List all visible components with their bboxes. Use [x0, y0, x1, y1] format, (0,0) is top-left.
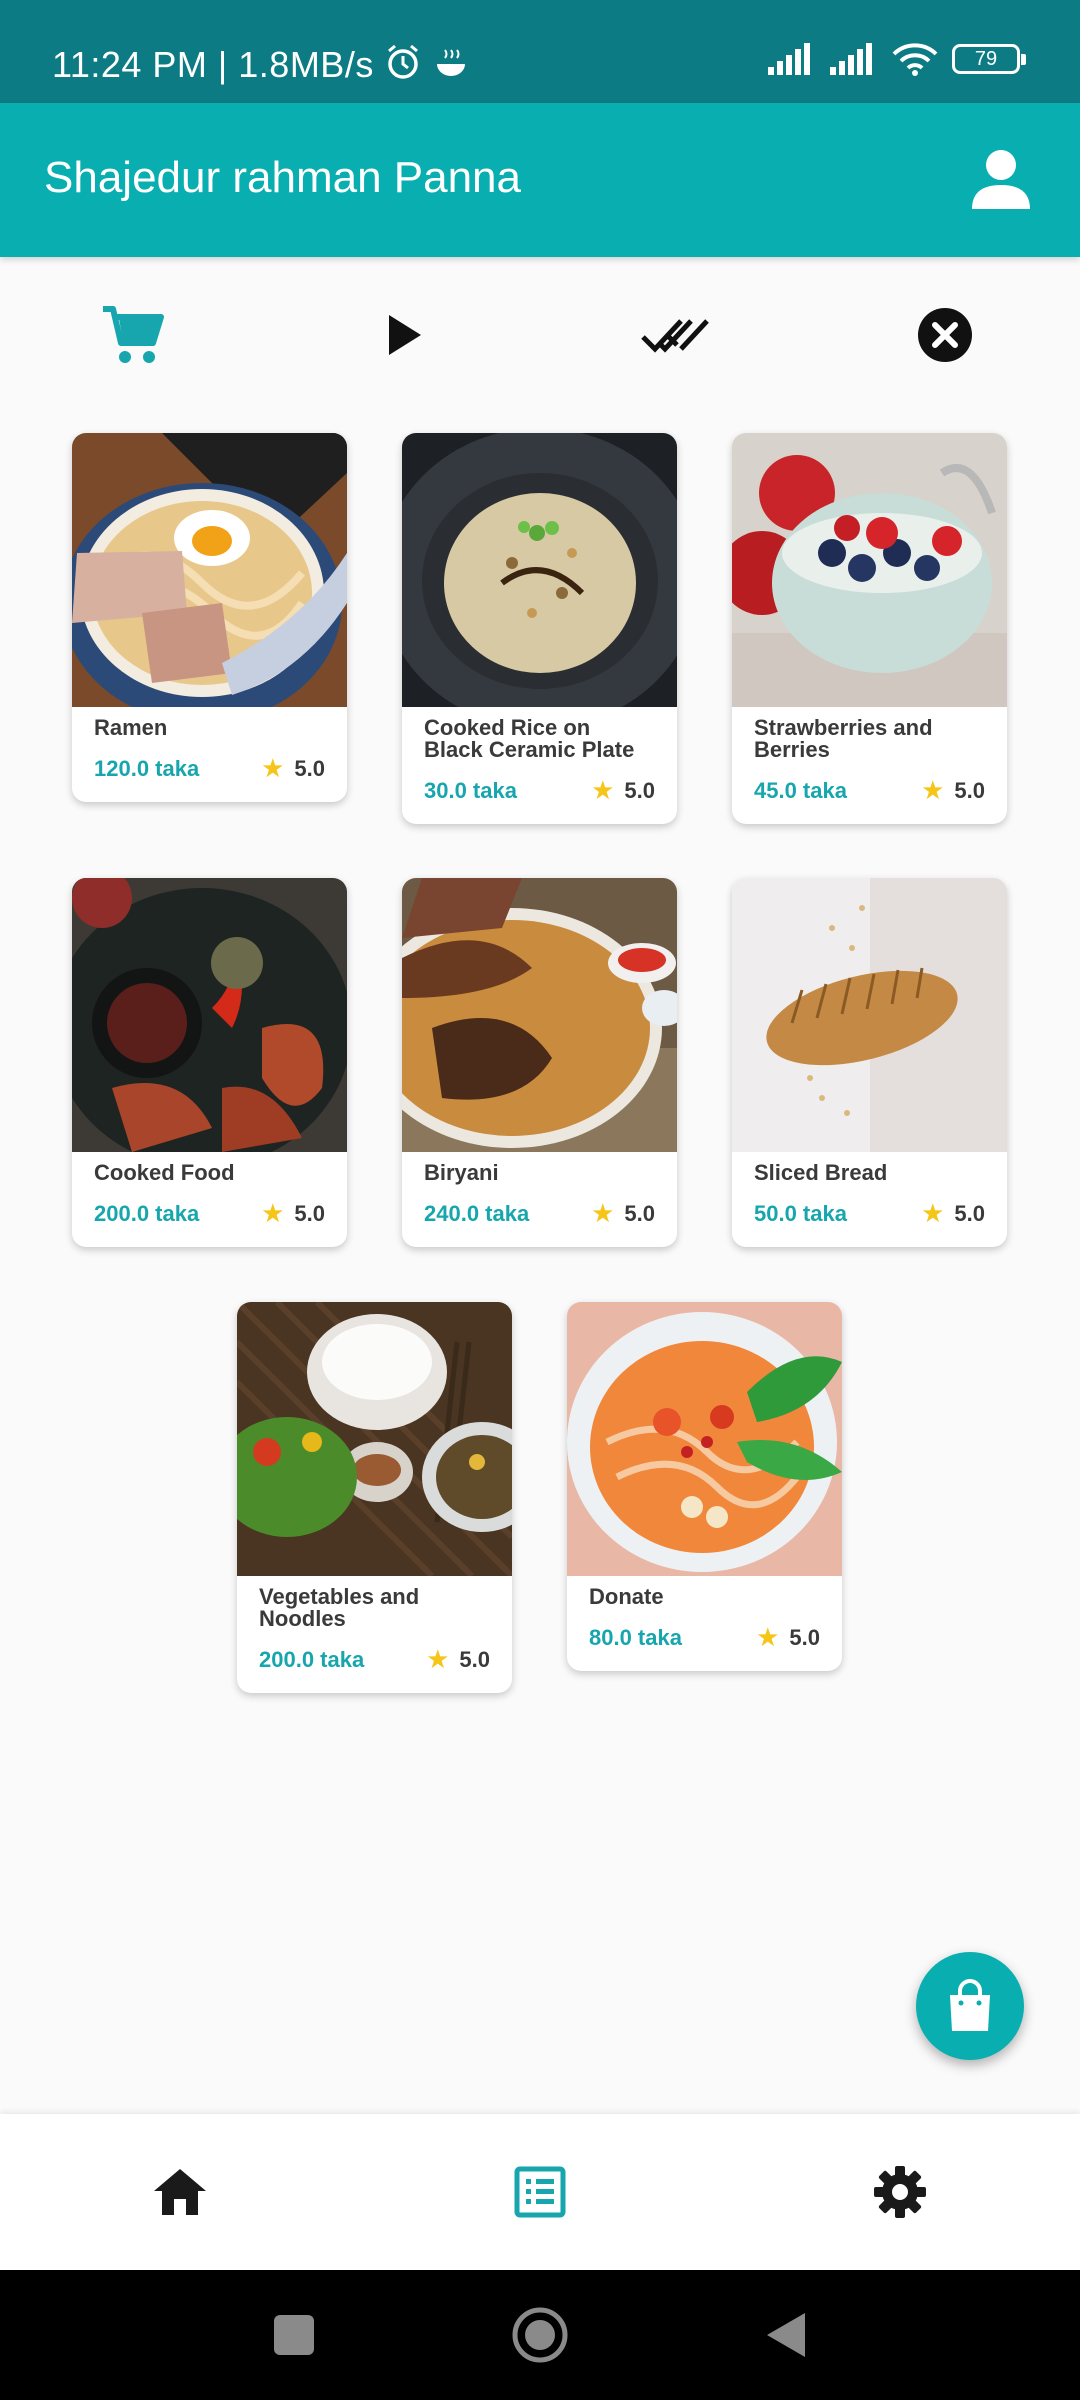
tab-done[interactable]: [630, 290, 720, 380]
status-left-icons: [385, 44, 469, 89]
product-name: Strawberries and Berries: [754, 715, 933, 762]
status-bar: 11:24 PM | 1.8MB/s 79: [0, 0, 1080, 103]
system-navigation-bar: [0, 2270, 1080, 2400]
product-image: [72, 878, 347, 1152]
product-card[interactable]: Vegetables and Noodles 200.0 taka ★ 5.0: [237, 1302, 512, 1693]
close-circle-icon: [918, 308, 972, 362]
product-card[interactable]: Strawberries and Berries 45.0 taka ★ 5.0: [732, 433, 1007, 824]
nav-home[interactable]: [120, 2114, 240, 2270]
signal-icon: [830, 43, 872, 75]
person-icon[interactable]: [966, 145, 1036, 215]
battery-icon: 79: [952, 44, 1026, 74]
star-icon: ★: [591, 775, 615, 805]
play-icon: [389, 315, 421, 355]
tab-cart[interactable]: [88, 290, 178, 380]
home-button[interactable]: [507, 2302, 573, 2368]
double-check-icon: [641, 319, 709, 353]
product-name: Ramen: [94, 715, 168, 740]
product-price: 200.0 taka: [259, 1646, 365, 1672]
product-card[interactable]: Ramen 120.0 taka ★ 5.0: [72, 433, 347, 802]
list-icon: [514, 2166, 566, 2218]
product-rating: ★ 5.0: [591, 775, 655, 806]
alarm-icon: [388, 44, 465, 79]
back-triangle-icon: [767, 2313, 805, 2357]
product-rating: ★ 5.0: [756, 1622, 820, 1653]
bottom-navigation: [0, 2114, 1080, 2270]
product-price: 120.0 taka: [94, 755, 200, 781]
back-button[interactable]: [752, 2302, 818, 2368]
product-name: Sliced Bread: [754, 1160, 888, 1185]
product-price: 200.0 taka: [94, 1200, 200, 1226]
product-card[interactable]: Donate 80.0 taka ★ 5.0: [567, 1302, 842, 1671]
star-icon: ★: [921, 775, 945, 805]
product-price: 50.0 taka: [754, 1200, 847, 1226]
product-card[interactable]: Biryani 240.0 taka ★ 5.0: [402, 878, 677, 1247]
product-rating: ★ 5.0: [591, 1198, 655, 1229]
product-rating: ★ 5.0: [921, 1198, 985, 1229]
cart-fab-button[interactable]: [916, 1952, 1024, 2060]
square-icon: [274, 2315, 314, 2355]
product-price: 30.0 taka: [424, 777, 517, 803]
rating-value: 5.0: [789, 1624, 820, 1650]
app-bar: Shajedur rahman Panna: [0, 103, 1080, 257]
star-icon: ★: [591, 1198, 615, 1228]
product-price: 45.0 taka: [754, 777, 847, 803]
product-rating: ★ 5.0: [921, 775, 985, 806]
product-name: Cooked Rice on Black Ceramic Plate: [424, 715, 635, 762]
star-icon: ★: [921, 1198, 945, 1228]
product-name: Biryani: [424, 1160, 499, 1185]
product-price: 80.0 taka: [589, 1624, 682, 1650]
recents-button[interactable]: [261, 2302, 327, 2368]
settings-icon: [874, 2166, 926, 2218]
product-card[interactable]: Cooked Food 200.0 taka ★ 5.0: [72, 878, 347, 1247]
star-icon: ★: [426, 1644, 450, 1674]
cart-icon: [103, 306, 164, 363]
signal-icon: [768, 43, 810, 75]
tab-play[interactable]: [360, 290, 450, 380]
star-icon: ★: [756, 1622, 780, 1652]
product-name: Cooked Food: [94, 1160, 235, 1185]
product-name: Donate: [589, 1584, 664, 1609]
battery-level: 79: [974, 47, 998, 70]
star-icon: ★: [261, 1198, 285, 1228]
rating-value: 5.0: [294, 755, 325, 781]
star-icon: ★: [261, 753, 285, 783]
category-tabs: [0, 290, 1080, 380]
product-price: 240.0 taka: [424, 1200, 530, 1226]
tab-cancelled[interactable]: [900, 290, 990, 380]
product-image: [402, 433, 677, 707]
product-card[interactable]: Sliced Bread 50.0 taka ★ 5.0: [732, 878, 1007, 1247]
nav-settings[interactable]: [840, 2114, 960, 2270]
rating-value: 5.0: [624, 1200, 655, 1226]
rating-value: 5.0: [954, 777, 985, 803]
product-image: [732, 878, 1007, 1152]
product-name: Vegetables and Noodles: [259, 1584, 420, 1631]
rating-value: 5.0: [294, 1200, 325, 1226]
nav-orders[interactable]: [480, 2114, 600, 2270]
product-rating: ★ 5.0: [426, 1644, 490, 1675]
rating-value: 5.0: [624, 777, 655, 803]
wifi-icon: [892, 43, 938, 76]
product-card[interactable]: Cooked Rice on Black Ceramic Plate 30.0 …: [402, 433, 677, 824]
app-title: Shajedur rahman Panna: [44, 153, 521, 202]
product-rating: ★ 5.0: [261, 1198, 325, 1229]
shopping-bag-icon: [950, 1979, 990, 2031]
status-right-icons: 79: [768, 42, 1026, 76]
product-image: [402, 878, 677, 1152]
circle-icon: [512, 2307, 568, 2363]
product-image: [237, 1302, 512, 1576]
status-time: 11:24 PM | 1.8MB/s: [52, 44, 374, 85]
product-image: [567, 1302, 842, 1576]
home-icon: [154, 2169, 206, 2215]
rating-value: 5.0: [459, 1646, 490, 1672]
product-rating: ★ 5.0: [261, 753, 325, 784]
product-image: [72, 433, 347, 707]
rating-value: 5.0: [954, 1200, 985, 1226]
product-image: [732, 433, 1007, 707]
